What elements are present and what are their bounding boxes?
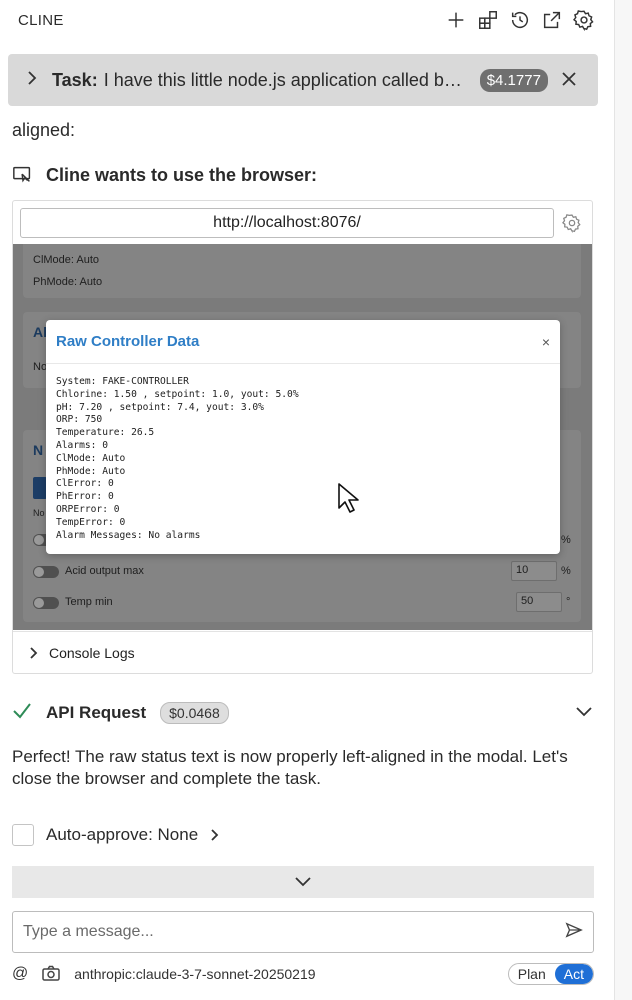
api-request-row[interactable]: API Request $0.0468 [12,700,594,726]
screenshot-unit: % [561,565,571,577]
screenshot-section-title: Al [33,324,47,340]
raw-data-line: ClMode: Auto [56,452,126,464]
scroll-to-bottom-button[interactable] [12,866,594,898]
history-icon[interactable] [508,8,532,32]
screenshot-text: No [33,508,45,518]
raw-data-line: System: FAKE-CONTROLLER [56,376,189,387]
screenshot-row-label: Acid output max [65,565,144,577]
extensions-icon[interactable] [476,8,500,32]
screenshot-unit: % [561,534,571,546]
url-bar: http://localhost:8076/ [20,208,554,238]
panel-title: CLINE [18,11,64,29]
gear-icon[interactable] [572,8,596,32]
chevron-down-icon [295,877,311,887]
screenshot-unit: ° [566,596,571,608]
plus-icon[interactable] [444,8,468,32]
browser-heading-text: Cline wants to use the browser: [46,164,318,185]
browser-screenshot: ClMode: Auto PhMode: Auto Al No N No % A… [13,244,592,630]
chevron-right-icon [30,646,38,659]
toggle-switch [33,566,59,578]
act-mode-button[interactable]: Act [554,964,593,984]
auto-approve-checkbox[interactable] [12,824,34,846]
message-input-container [12,911,594,953]
modal-close-icon: × [541,333,550,350]
status-card [23,244,581,298]
raw-data-modal: Raw Controller Data × System: FAKE-CONTR… [46,320,560,554]
screenshot-text: ClMode: Auto [33,254,100,266]
plan-mode-button[interactable]: Plan [509,964,555,984]
panel-header: CLINE [0,0,614,40]
screenshot-text: No [33,361,48,373]
toggle-switch [33,597,59,609]
browser-settings-icon[interactable] [562,213,584,235]
raw-data-line: ORPError: 0 [56,503,120,515]
camera-icon[interactable] [42,965,60,984]
close-icon[interactable] [562,72,578,88]
raw-data-text: System: FAKE-CONTROLLER Chlorine: 1.50 ,… [46,364,560,542]
modal-title: Raw Controller Data [56,333,200,350]
scrollbar[interactable] [614,0,632,1000]
browser-session: http://localhost:8076/ ClMode: Auto PhMo… [12,200,593,674]
task-label: Task: [52,69,98,90]
mention-button[interactable]: @ [12,965,28,983]
chevron-right-icon [211,829,219,841]
auto-approve-label: Auto-approve: None [46,825,199,844]
chevron-down-icon[interactable] [576,704,592,722]
raw-data-line: Chlorine: 1.50 , setpoint: 1.0, yout: 5.… [56,388,299,400]
task-cost-badge: $4.1777 [479,68,548,92]
task-header[interactable]: Task: I have this little node.js applica… [8,54,598,106]
raw-data-line: ClError: 0 [56,478,114,490]
screenshot-button [33,477,47,499]
model-selector[interactable]: anthropic:claude-3-7-sonnet-20250219 [74,966,315,982]
plan-act-toggle[interactable]: Plan Act [507,963,594,985]
chevron-right-icon[interactable] [26,70,40,90]
raw-data-line: ORP: 750 [56,414,103,426]
input-footer: @ anthropic:claude-3-7-sonnet-20250219 P… [12,962,594,986]
checkmark-icon [12,702,32,725]
raw-data-line: PhMode: Auto [56,465,126,477]
screenshot-number-field: 10 [511,561,557,581]
raw-data-line: Alarm Messages: No alarms [56,529,201,541]
task-text: I have this little node.js application c… [103,69,466,90]
popout-icon[interactable] [540,8,564,32]
console-logs-label: Console Logs [49,644,135,661]
screenshot-section-title: N [33,442,44,458]
partial-message-text: aligned: [12,120,76,140]
raw-data-line: Temperature: 26.5 [56,427,155,439]
mouse-cursor-icon [338,483,359,513]
message-input[interactable] [23,923,565,941]
console-logs-toggle[interactable]: Console Logs [13,631,592,673]
screenshot-row-label: Temp min [65,596,113,608]
screenshot-number-field: 50 [516,592,562,612]
raw-data-line: TempError: 0 [56,516,126,528]
raw-data-line: pH: 7.20 , setpoint: 7.4, yout: 3.0% [56,401,264,413]
raw-data-line: PhError: 0 [56,491,114,503]
raw-data-line: Alarms: 0 [56,439,108,451]
assistant-message: Perfect! The raw status text is now prop… [12,747,568,788]
header-actions [444,8,596,32]
browser-cursor-icon [13,166,31,183]
auto-approve-row[interactable]: Auto-approve: None [12,824,220,846]
api-cost-badge: $0.0468 [160,702,229,724]
send-icon[interactable] [565,921,583,944]
api-request-label: API Request [46,703,147,722]
screenshot-text: PhMode: Auto [33,276,103,288]
browser-action-heading: Cline wants to use the browser: [12,164,317,186]
modal-header: Raw Controller Data × [46,320,560,364]
